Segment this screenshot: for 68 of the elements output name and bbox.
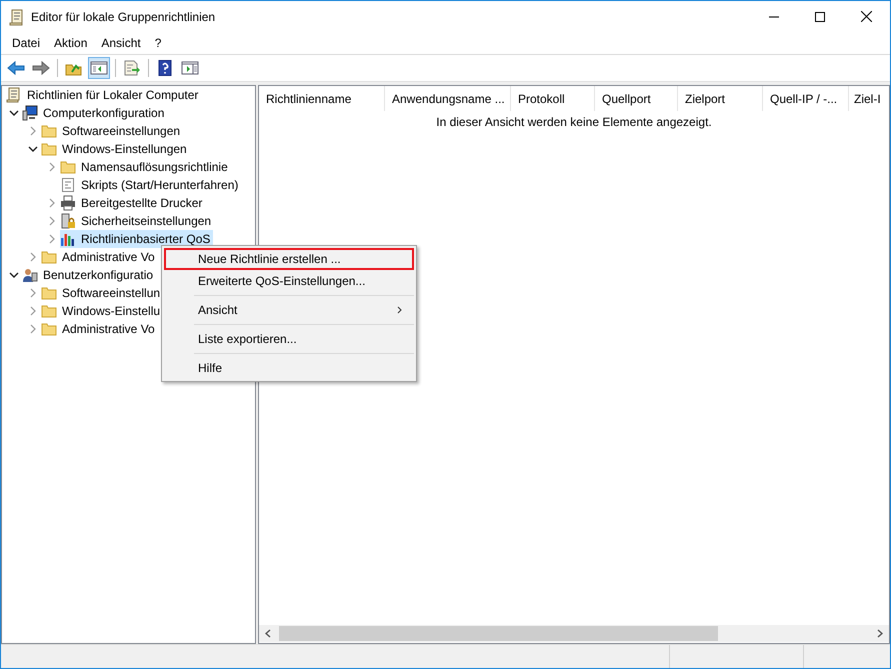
column-header[interactable]: Protokoll [511,86,595,111]
tree-item[interactable]: Sicherheitseinstellungen [60,212,214,230]
tree-item[interactable]: Softwareeinstellun [41,284,164,302]
tree-item[interactable]: Bereitgestellte Drucker [60,194,206,212]
folder-icon [41,123,57,139]
tree-item[interactable]: Namensauflösungsrichtlinie [60,158,231,176]
tree-item[interactable]: Benutzerkonfiguratio [22,266,156,284]
tree-item-label: Softwareeinstellungen [62,124,180,138]
tree-item-label: Administrative Vo [62,250,155,264]
script-icon [60,177,76,193]
tree-item-label: Windows-Einstellungen [62,142,187,156]
menu-item[interactable]: Datei [5,36,48,50]
pane-icon[interactable] [88,57,110,79]
column-header[interactable]: Anwendungsname ... [385,86,511,111]
folder-icon [41,321,57,337]
context-menu-item[interactable]: Hilfe [164,357,414,379]
tree-item-label: Richtlinien für Lokaler Computer [27,88,198,102]
column-header[interactable]: Ziel-I [849,86,889,111]
folder-icon [60,159,76,175]
tree-item[interactable]: Administrative Vo [41,248,158,266]
horizontal-scrollbar[interactable] [259,625,889,642]
column-header[interactable]: Richtlinienname [259,86,385,111]
tree-item[interactable]: Softwareeinstellungen [41,122,184,140]
context-menu-item[interactable]: Neue Richtlinie erstellen ... [164,248,414,270]
menu-item[interactable]: ? [148,36,168,50]
folder-icon [41,249,57,265]
scroll-right-icon[interactable] [877,629,883,638]
menu-item[interactable]: Aktion [47,36,94,50]
empty-list-message: In dieser Ansicht werden keine Elemente angezeigt. [436,115,712,129]
scroll-icon [6,87,22,103]
tree-item-label: Bereitgestellte Drucker [81,196,202,210]
tree-item-label: Benutzerkonfiguratio [43,268,154,282]
tree-item[interactable]: Windows-Einstellungen [41,140,190,158]
user-icon [22,267,38,283]
folder-icon [41,285,57,301]
tree-item[interactable]: Richtlinienbasierter QoS [60,230,214,248]
tree-item[interactable]: Administrative Vo [41,320,158,338]
tree-item-label: Skripts (Start/Herunterfahren) [81,178,238,192]
window-title: Editor für lokale Gruppenrichtlinien [31,10,216,24]
context-menu-item[interactable]: Liste exportieren... [164,328,414,350]
folder-icon [41,141,57,157]
tree-item[interactable]: Computerkonfiguration [22,104,168,122]
tree-item-label: Computerkonfiguration [43,106,164,120]
menu-item[interactable]: Ansicht [94,36,148,50]
tree-item-label: Namensauflösungsrichtlinie [81,160,228,174]
computer-icon [22,105,38,121]
context-menu-item[interactable]: Ansicht [164,299,414,321]
tree-item-label: Administrative Vo [62,322,155,336]
tree-item[interactable]: Windows-Einstellu [41,302,164,320]
tree-item-label: Windows-Einstellu [62,304,160,318]
tree-item-label: Sicherheitseinstellungen [81,214,212,228]
close-icon[interactable] [861,11,872,22]
context-menu-item[interactable]: Erweiterte QoS-Einstellungen... [164,270,414,292]
tree-item-label: Softwareeinstellun [62,286,160,300]
maximize-icon[interactable] [815,12,825,22]
printer-icon [60,195,76,211]
column-header[interactable]: Quell-IP / -... [763,86,849,111]
scroll-icon [9,8,25,26]
bar-chart-icon [60,231,76,247]
column-header[interactable]: Zielport [678,86,763,111]
folder-icon [41,303,57,319]
column-header[interactable]: Quellport [595,86,678,111]
tree-item[interactable]: Richtlinien für Lokaler Computer [6,86,202,104]
tree-item-label: Richtlinienbasierter QoS [81,232,210,246]
scrollbar-thumb[interactable] [279,626,718,641]
lock-icon [60,213,76,229]
tree-item[interactable]: Skripts (Start/Herunterfahren) [60,176,242,194]
scroll-left-icon[interactable] [265,629,271,638]
